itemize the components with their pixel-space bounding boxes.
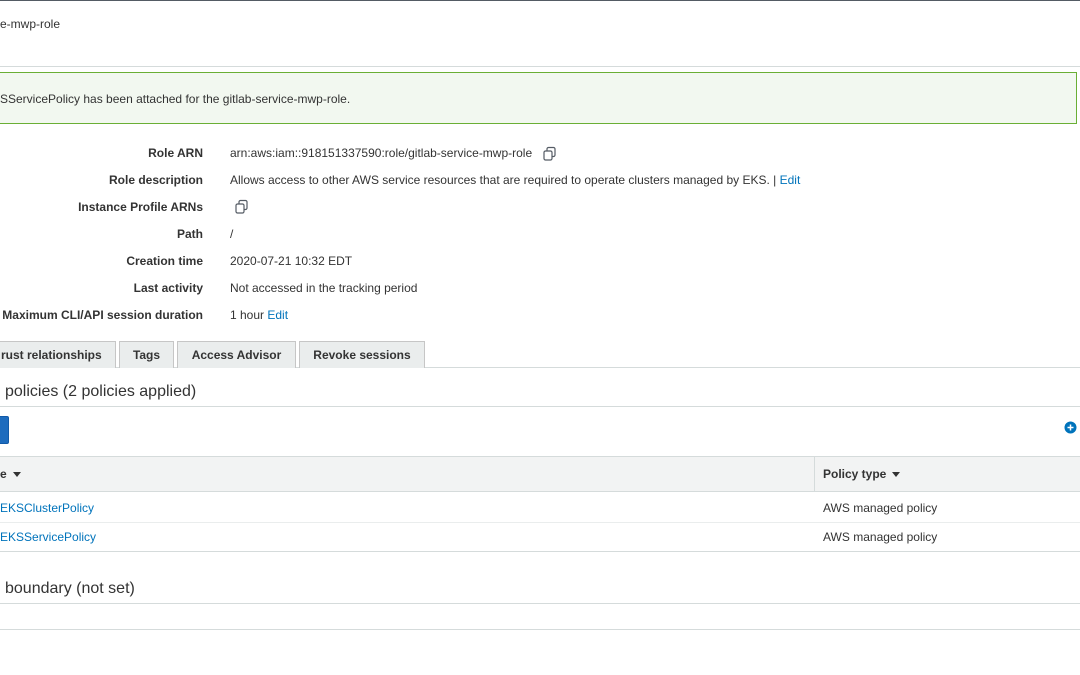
header-divider (0, 66, 1080, 67)
role-arn-value: arn:aws:iam::918151337590:role/gitlab-se… (230, 146, 533, 161)
column-header-policy-type-label: Policy type (823, 467, 887, 481)
role-description-value: Allows access to other AWS service resou… (230, 173, 777, 187)
table-bottom-divider (0, 551, 1080, 552)
success-flash-message: SServicePolicy has been attached for the… (0, 92, 351, 106)
column-header-policy-name-label: e (0, 467, 7, 481)
max-session-duration-label: Maximum CLI/API session duration (2, 308, 203, 322)
boundary-divider (0, 603, 1080, 604)
add-inline-policy-icon[interactable] (1064, 421, 1077, 434)
permissions-boundary-title[interactable]: boundary (not set) (5, 580, 135, 598)
last-activity-label: Last activity (133, 281, 203, 295)
role-arn-row: arn:aws:iam::918151337590:role/gitlab-se… (230, 146, 558, 162)
column-header-policy-type[interactable]: Policy type (823, 467, 901, 481)
tab-access-advisor[interactable]: Access Advisor (177, 341, 296, 368)
breadcrumb-current: e-mwp-role (0, 17, 61, 31)
caret-down-icon (12, 472, 21, 478)
iam-role-summary-page: e-mwp-role SServicePolicy has been attac… (0, 0, 1080, 675)
tab-trust-relationships[interactable]: rust relationships (0, 341, 116, 368)
max-session-duration-row: 1 hour Edit (230, 308, 288, 322)
policy-link-eks-service[interactable]: EKSServicePolicy (0, 530, 96, 544)
path-value: / (230, 227, 234, 241)
policy-type-cell: AWS managed policy (823, 530, 938, 544)
max-session-duration-value: 1 hour (230, 308, 265, 322)
path-label: Path (176, 227, 203, 241)
edit-session-duration-link[interactable]: Edit (267, 308, 288, 322)
tab-tags[interactable]: Tags (119, 341, 174, 368)
creation-time-value: 2020-07-21 10:32 EDT (230, 254, 353, 268)
policy-link-eks-cluster[interactable]: EKSClusterPolicy (0, 501, 94, 515)
role-arn-label: Role ARN (148, 146, 203, 160)
column-header-policy-name[interactable]: e (0, 467, 21, 481)
boundary-bottom-divider (0, 629, 1080, 630)
table-row-divider (0, 522, 1080, 523)
section-divider (0, 406, 1080, 407)
edit-description-link[interactable]: Edit (780, 173, 801, 187)
attach-policies-button[interactable] (0, 416, 9, 444)
copy-icon[interactable] (542, 146, 558, 162)
instance-profile-arns-row (234, 199, 250, 215)
creation-time-label: Creation time (126, 254, 203, 268)
tab-revoke-sessions[interactable]: Revoke sessions (299, 341, 425, 368)
role-description-label: Role description (108, 173, 203, 187)
caret-down-icon (892, 472, 901, 478)
column-divider (814, 456, 815, 492)
top-border (0, 0, 1080, 1)
role-description-row: Allows access to other AWS service resou… (230, 173, 800, 187)
policies-table-header (0, 456, 1080, 492)
instance-profile-arns-label: Instance Profile ARNs (78, 200, 203, 214)
policy-type-cell: AWS managed policy (823, 501, 938, 515)
copy-icon[interactable] (234, 199, 250, 215)
last-activity-value: Not accessed in the tracking period (230, 281, 418, 295)
permissions-policies-title: policies (2 policies applied) (5, 383, 197, 400)
